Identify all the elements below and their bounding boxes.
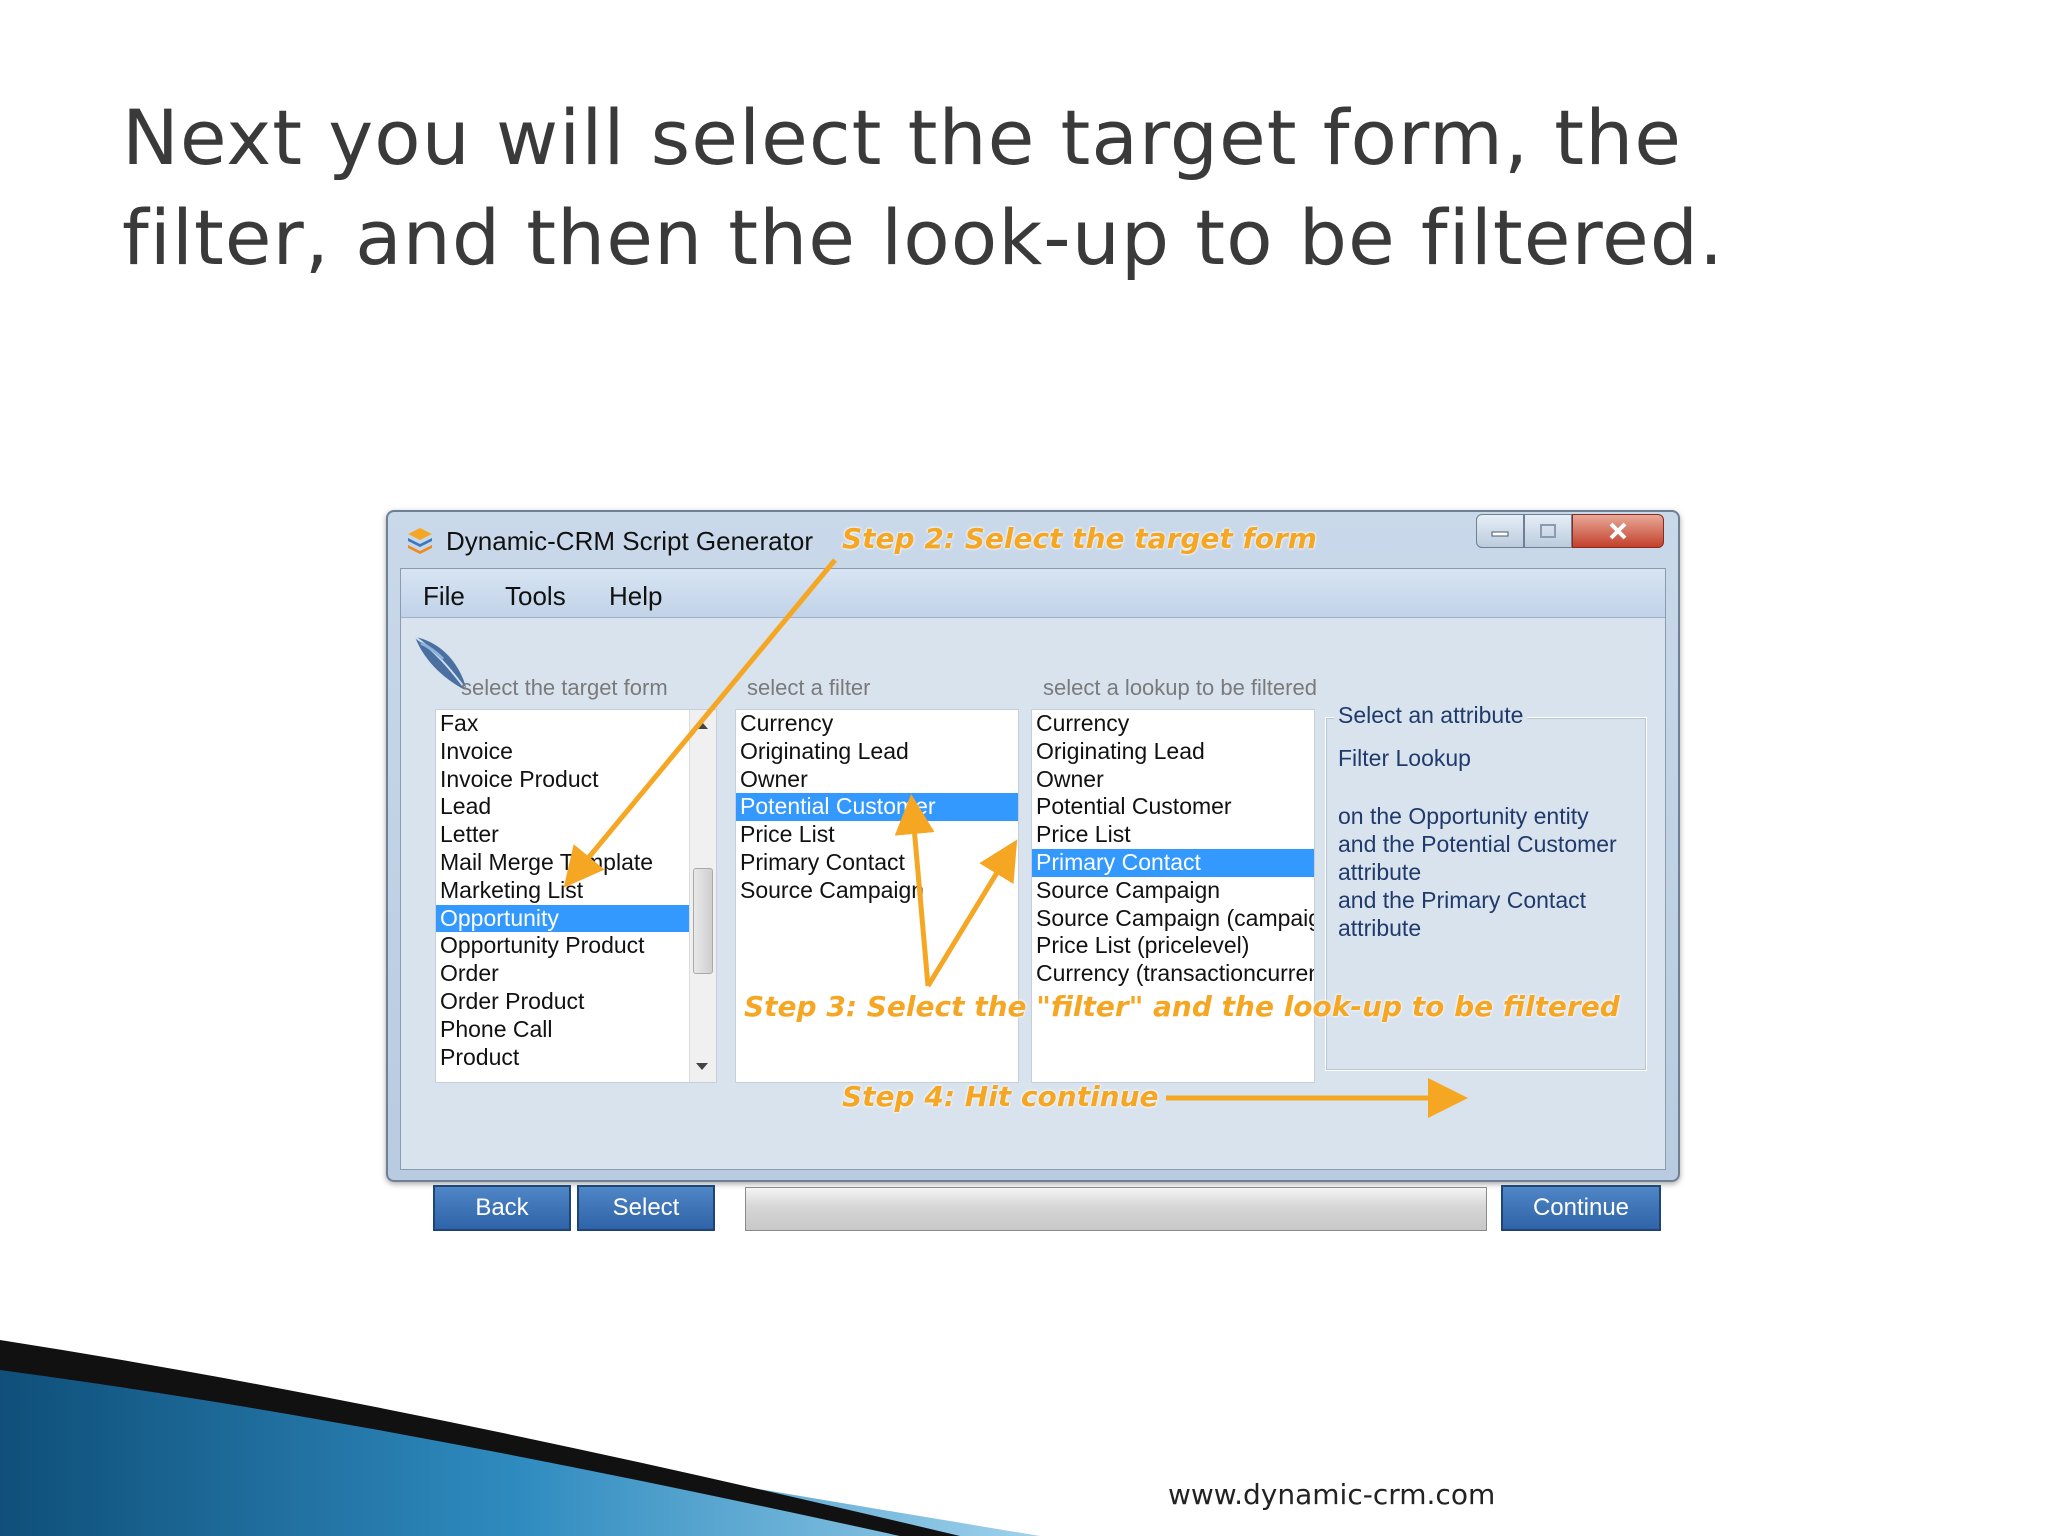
annotation-step2: Step 2: Select the target form: [842, 522, 1317, 555]
slide-title: Next you will select the target form, th…: [122, 88, 1902, 288]
filter-item[interactable]: Potential Customer: [736, 793, 1018, 822]
form-item[interactable]: Order Product: [436, 988, 716, 1016]
title-line-1: Next you will select the target form, th…: [122, 93, 1682, 182]
lookup-item[interactable]: Source Campaign (campaign): [1032, 905, 1314, 933]
minimize-button[interactable]: [1476, 514, 1524, 548]
lookup-item[interactable]: Source Campaign: [1032, 877, 1314, 905]
filter-item[interactable]: Owner: [736, 766, 1018, 794]
stack-icon: [408, 528, 432, 554]
filter-item[interactable]: Source Campaign: [736, 877, 1018, 905]
footer-url[interactable]: www.dynamic-crm.com: [1168, 1478, 1495, 1511]
form-item[interactable]: Opportunity Product: [436, 932, 716, 960]
header-filter: select a filter: [747, 675, 871, 700]
progress-bar: [745, 1187, 1487, 1231]
info-line-1: on the Opportunity entity: [1338, 803, 1589, 829]
menu-bar: File Tools Help: [401, 569, 1665, 618]
info-line-4: and the Primary Contact: [1338, 887, 1587, 913]
title-line-2: filter, and then the look-up to be filte…: [122, 193, 1725, 282]
minimize-icon: [1491, 531, 1509, 537]
lookup-item[interactable]: Price List: [1032, 821, 1314, 849]
form-item[interactable]: Opportunity: [436, 904, 716, 933]
header-target-form: select the target form: [461, 675, 668, 700]
form-item[interactable]: Fax: [436, 710, 716, 738]
lookup-item[interactable]: Originating Lead: [1032, 738, 1314, 766]
attribute-groupbox-legend: Select an attribute: [1334, 702, 1528, 729]
window-title: Dynamic-CRM Script Generator: [446, 526, 813, 556]
form-item[interactable]: Marketing List: [436, 877, 716, 905]
lookup-item[interactable]: Currency: [1032, 710, 1314, 738]
filter-list[interactable]: Currency Originating Lead Owner Potential C…: [735, 709, 1019, 1083]
lookup-item[interactable]: Owner: [1032, 766, 1314, 794]
window-controls: [1476, 514, 1664, 550]
menu-help[interactable]: Help: [609, 581, 662, 612]
close-icon: [1609, 522, 1627, 540]
filter-item[interactable]: Price List: [736, 821, 1018, 849]
menu-file[interactable]: File: [423, 581, 465, 612]
target-form-scrollbar[interactable]: [689, 710, 716, 1082]
filter-item[interactable]: Originating Lead: [736, 738, 1018, 766]
form-item[interactable]: Mail Merge Template: [436, 849, 716, 877]
info-action: Filter Lookup: [1338, 745, 1471, 771]
scroll-thumb[interactable]: [693, 868, 713, 974]
lookup-item[interactable]: Primary Contact: [1032, 848, 1314, 877]
info-line-3: attribute: [1338, 859, 1422, 885]
form-item[interactable]: Product: [436, 1044, 716, 1072]
back-button[interactable]: Back: [433, 1185, 571, 1231]
menu-tools[interactable]: Tools: [505, 581, 566, 612]
form-item[interactable]: Order: [436, 960, 716, 988]
lookup-item[interactable]: Currency (transactioncurrency): [1032, 960, 1314, 988]
filter-item[interactable]: Primary Contact: [736, 849, 1018, 877]
maximize-button[interactable]: [1524, 514, 1572, 548]
form-item[interactable]: Invoice Product: [436, 766, 716, 794]
form-item[interactable]: Invoice: [436, 738, 716, 766]
form-item[interactable]: Lead: [436, 793, 716, 821]
lookup-item[interactable]: Potential Customer: [1032, 793, 1314, 821]
filter-item[interactable]: Currency: [736, 710, 1018, 738]
header-lookup: select a lookup to be filtered: [1043, 675, 1317, 700]
form-item[interactable]: Phone Call: [436, 1016, 716, 1044]
close-button[interactable]: [1572, 514, 1664, 548]
maximize-icon: [1540, 524, 1556, 538]
info-line-2: and the Potential Customer: [1338, 831, 1617, 857]
select-button[interactable]: Select: [577, 1185, 715, 1231]
lookup-item[interactable]: Price List (pricelevel): [1032, 932, 1314, 960]
decorative-swoosh: [0, 1340, 1040, 1536]
scroll-down-icon[interactable]: [696, 1063, 708, 1070]
info-line-5: attribute: [1338, 915, 1422, 941]
lookup-list[interactable]: Currency Originating Lead Owner Potential C…: [1031, 709, 1315, 1083]
continue-button[interactable]: Continue: [1501, 1185, 1661, 1231]
scroll-up-icon[interactable]: [696, 722, 708, 729]
target-form-list[interactable]: Fax Invoice Invoice Product Lead Letter Mail …: [435, 709, 717, 1083]
annotation-step4: Step 4: Hit continue: [842, 1080, 1159, 1113]
form-item[interactable]: Letter: [436, 821, 716, 849]
annotation-step3: Step 3: Select the "filter" and the look…: [744, 990, 1620, 1023]
